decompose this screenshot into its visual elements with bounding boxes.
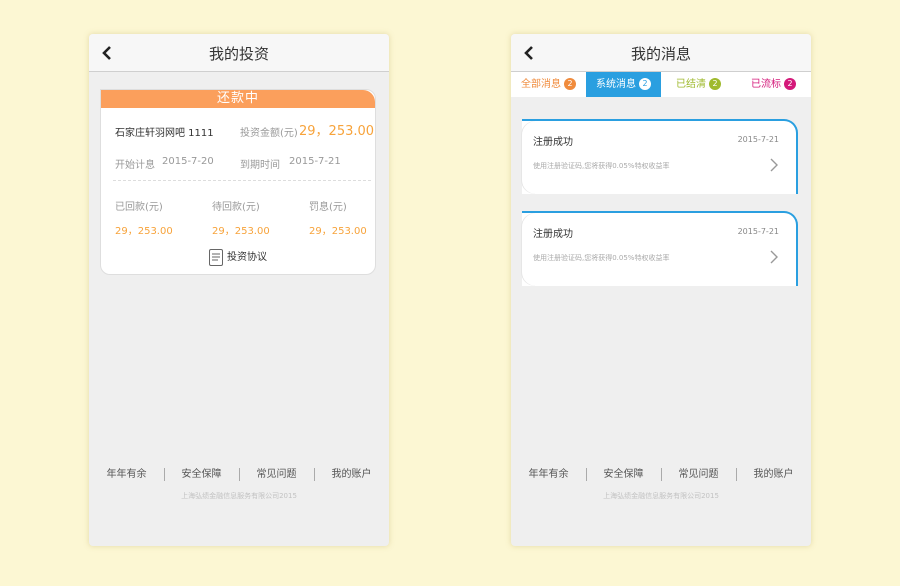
footer-link[interactable]: 安全保障 (585, 468, 661, 481)
tab-label: 已结清 (676, 79, 706, 90)
document-icon (209, 248, 223, 266)
start-value: 2015-7-20 (162, 156, 214, 167)
footer-link[interactable]: 我的账户 (313, 468, 389, 481)
start-label: 开始计息 (115, 160, 155, 171)
count-badge: 2 (709, 78, 721, 90)
investment-card[interactable]: 还款中 石家庄轩羽网吧 1111 投资金额(元) 29，253.00 开始计息 … (100, 89, 376, 275)
agreement-label: 投资协议 (227, 252, 267, 263)
end-label: 到期时间 (240, 160, 280, 171)
penalty-column: 罚息(元) 29，253.00 (309, 198, 367, 237)
end-value: 2015-7-21 (289, 156, 341, 167)
tab-system[interactable]: 系统消息 2 (586, 72, 661, 97)
status-banner: 还款中 (101, 90, 375, 108)
copyright: 上海弘绩金融信息服务有限公司2015 (603, 492, 719, 500)
messages-screen: 我的消息 全部消息 2 系统消息 2 已结清 2 已流标 2 注册成功 2015-7-2… (511, 34, 811, 546)
nav-bar: 我的消息 (511, 34, 811, 72)
count-badge: 2 (564, 78, 576, 90)
message-body: 使用注册验证码,您将获得0.05%特权收益率 (533, 254, 670, 262)
count-badge: 2 (784, 78, 796, 90)
copyright: 上海弘绩金融信息服务有限公司2015 (181, 492, 297, 500)
tab-label: 全部消息 (521, 79, 561, 90)
tab-settled[interactable]: 已结清 2 (661, 72, 736, 97)
tab-all[interactable]: 全部消息 2 (511, 72, 586, 97)
message-item[interactable]: 注册成功 2015-7-21 使用注册验证码,您将获得0.05%特权收益率 (522, 211, 798, 286)
returned-column: 已回款(元) 29，253.00 (115, 198, 173, 237)
footer-link[interactable]: 常见问题 (660, 468, 736, 481)
page-title: 我的投资 (208, 45, 269, 63)
footer-link[interactable]: 我的账户 (735, 468, 811, 481)
footer-link[interactable]: 常见问题 (238, 468, 314, 481)
message-tabs: 全部消息 2 系统消息 2 已结清 2 已流标 2 (511, 72, 811, 97)
project-name: 石家庄轩羽网吧 1111 (115, 128, 214, 139)
message-body: 使用注册验证码,您将获得0.05%特权收益率 (533, 162, 670, 170)
divider (113, 180, 371, 181)
amount-value: 29，253.00 (299, 124, 375, 139)
footer-link[interactable]: 安全保障 (163, 468, 239, 481)
tab-failed[interactable]: 已流标 2 (736, 72, 811, 97)
chevron-right-icon (770, 158, 778, 172)
footer-nav: 年年有余 安全保障 常见问题 我的账户 (511, 468, 811, 481)
count-badge: 2 (639, 78, 651, 90)
message-date: 2015-7-21 (737, 227, 779, 236)
penalty-label: 罚息(元) (309, 202, 347, 213)
penalty-value: 29，253.00 (309, 226, 367, 237)
amount-label: 投资金额(元) (240, 128, 298, 139)
message-title: 注册成功 (533, 229, 573, 240)
agreement-link[interactable]: 投资协议 (101, 248, 375, 266)
returned-label: 已回款(元) (115, 202, 163, 213)
message-title: 注册成功 (533, 137, 573, 148)
page-title: 我的消息 (630, 45, 691, 63)
pending-label: 待回款(元) (212, 202, 260, 213)
footer-link[interactable]: 年年有余 (90, 468, 164, 481)
message-item[interactable]: 注册成功 2015-7-21 使用注册验证码,您将获得0.05%特权收益率 (522, 119, 798, 194)
footer-link[interactable]: 年年有余 (512, 468, 586, 481)
pending-column: 待回款(元) 29，253.00 (212, 198, 270, 237)
tab-label: 已流标 (751, 79, 781, 90)
returned-value: 29，253.00 (115, 226, 173, 237)
footer-nav: 年年有余 安全保障 常见问题 我的账户 (89, 468, 389, 481)
nav-bar: 我的投资 (89, 34, 389, 72)
message-date: 2015-7-21 (737, 135, 779, 144)
tab-label: 系统消息 (596, 79, 636, 90)
chevron-right-icon (770, 250, 778, 264)
pending-value: 29，253.00 (212, 226, 270, 237)
investment-screen: 我的投资 还款中 石家庄轩羽网吧 1111 投资金额(元) 29，253.00 … (89, 34, 389, 546)
